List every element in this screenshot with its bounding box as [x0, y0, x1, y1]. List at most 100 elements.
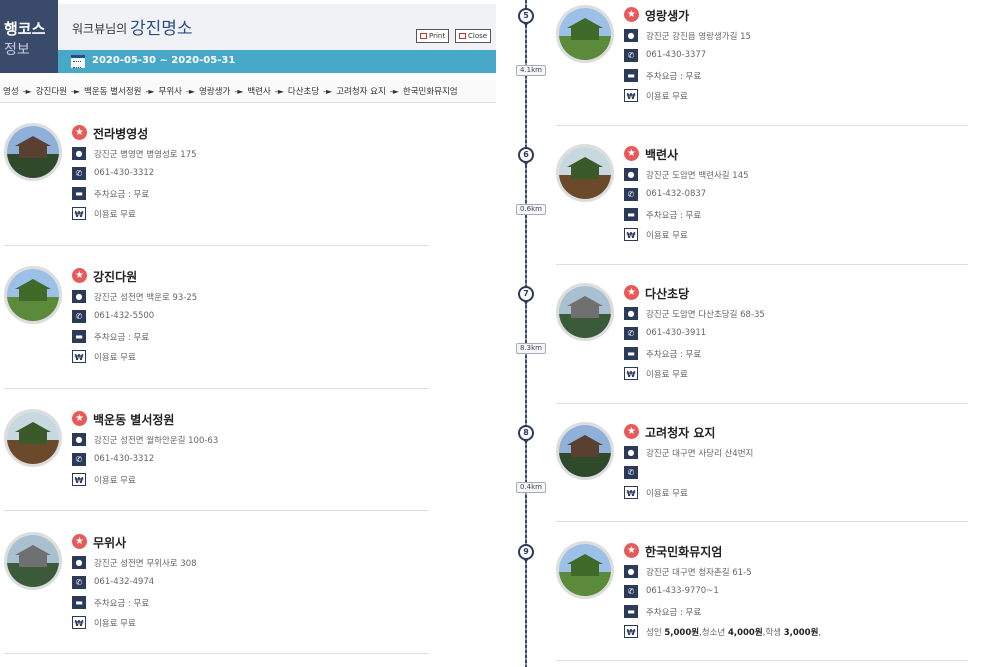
star-icon: ★ [72, 411, 87, 426]
fee-text: 이용료 무료 [646, 231, 688, 241]
course-owner: 워크뷰님의 [72, 22, 128, 36]
place-photo[interactable] [556, 541, 614, 599]
place-card: ★ 고려청자 요지 ● 강진군 대구면 사당리 산4번지 ✆ ₩ 이용료 무료 [556, 422, 986, 532]
place-title[interactable]: 무위사 [93, 534, 126, 551]
car-icon: ▬ [624, 605, 638, 618]
location-pin-icon: ● [72, 433, 86, 446]
stop-marker[interactable]: 7 [518, 286, 534, 306]
phone-text: 061-432-5500 [94, 311, 155, 321]
place-photo[interactable] [4, 409, 62, 467]
distance-label: 8.3km [516, 343, 547, 354]
won-icon: ₩ [624, 89, 638, 102]
route-arrow-icon: -► [145, 86, 155, 96]
place-photo[interactable] [4, 123, 62, 181]
location-pin-icon: ● [624, 307, 638, 320]
fee-text: 이용료 무료 [94, 476, 136, 486]
address-text: 강진군 성전면 월하안운길 100-63 [94, 436, 219, 446]
place-photo[interactable] [556, 5, 614, 63]
place-card: ★ 전라병영성 ● 강진군 병영면 병영성로 175 ✆ 061-430-3312 ▬ 주차요… [4, 123, 434, 233]
marker-tip [523, 300, 529, 305]
route-arrow-icon: -► [323, 86, 333, 96]
route-stop[interactable]: 고려청자 요지 [336, 85, 386, 97]
phone-text: 061-432-0837 [646, 189, 707, 199]
route-stop[interactable]: 영성 [3, 85, 19, 97]
distance-label: 4.1km [516, 65, 547, 76]
place-title[interactable]: 백운동 별서정원 [93, 411, 174, 428]
fee-text: 이용료 무료 [646, 489, 688, 499]
route-breadcrumb: 영성 -► 강진다원 -► 백운동 별서정원 -► 무위사 -► 영랑생가 -► 백련사 -► 다산초당… [0, 80, 496, 103]
fee-row: ₩ 이용료 무료 [72, 616, 422, 630]
place-title[interactable]: 영랑생가 [645, 7, 689, 24]
parking-text: 주차요금 : 무료 [94, 333, 150, 343]
fee-row: ₩ 이용료 무료 [624, 486, 974, 500]
place-card: ★ 다산초당 ● 강진군 도암면 다산초당길 68-35 ✆ 061-430-3911 ▬ 주… [556, 283, 986, 393]
route-stop[interactable]: 영랑생가 [199, 85, 230, 97]
card-divider [4, 388, 429, 389]
fee-row: ₩ 이용료 무료 [624, 89, 974, 103]
route-arrow-icon: -► [70, 86, 81, 96]
place-photo[interactable] [4, 532, 62, 590]
address-text: 강진군 대구면 사당리 산4번지 [646, 449, 754, 459]
stop-marker[interactable]: 6 [518, 147, 534, 167]
address-row: ● 강진군 병영면 병영성로 175 [72, 147, 422, 161]
place-title[interactable]: 한국민화뮤지엄 [645, 543, 722, 560]
parking-text: 주차요금 : 무료 [646, 211, 702, 221]
star-icon: ★ [624, 146, 639, 161]
route-stop[interactable]: 무위사 [159, 85, 182, 97]
address-row: ● 강진군 대구면 청자촌길 61-5 [624, 565, 974, 579]
address-row: ● 강진군 도암면 다산초당길 68-35 [624, 307, 974, 321]
place-card: ★ 영랑생가 ● 강진군 강진읍 영랑생가길 15 ✆ 061-430-3377 ▬ 주차요금… [556, 5, 986, 115]
route-stop[interactable]: 백운동 별서정원 [84, 85, 141, 97]
phone-text: 061-432-4974 [94, 577, 155, 587]
parking-row: ▬ 주차요금 : 무료 [72, 187, 422, 201]
place-title[interactable]: 전라병영성 [93, 125, 148, 142]
route-arrow-icon: -► [185, 86, 196, 96]
card-divider [556, 264, 968, 265]
printer-icon [420, 33, 427, 39]
phone-icon: ✆ [72, 310, 86, 323]
address-text: 강진군 도암면 다산초당길 68-35 [646, 310, 765, 320]
stop-marker[interactable]: 9 [518, 544, 534, 564]
date-range: 2020-05-30 ~ 2020-05-31 [92, 55, 236, 66]
phone-row: ✆ [624, 466, 974, 480]
phone-row: ✆ 061-430-3377 [624, 49, 974, 63]
place-title[interactable]: 백련사 [645, 146, 678, 163]
fee-row: ₩ 이용료 무료 [624, 367, 974, 381]
phone-row: ✆ 061-432-4974 [72, 576, 422, 590]
place-title[interactable]: 강진다원 [93, 268, 137, 285]
distance-label: 0.4km [516, 482, 547, 493]
parking-row: ▬ 주차요금 : 무료 [624, 69, 974, 83]
place-photo[interactable] [556, 422, 614, 480]
stop-marker[interactable]: 8 [518, 425, 534, 445]
stop-marker[interactable]: 5 [518, 8, 534, 28]
phone-row: ✆ 061-433-9770~1 [624, 585, 974, 599]
address-text: 강진군 도암면 백련사길 145 [646, 171, 749, 181]
address-row: ● 강진군 성전면 백운로 93-25 [72, 290, 422, 304]
place-photo[interactable] [556, 144, 614, 202]
place-photo[interactable] [556, 283, 614, 341]
location-pin-icon: ● [72, 147, 86, 160]
location-pin-icon: ● [72, 556, 86, 569]
route-stop[interactable]: 강진다원 [36, 85, 67, 97]
phone-icon: ✆ [72, 167, 86, 180]
calendar-icon [71, 55, 85, 68]
course-info-tab[interactable]: 행코스 정보 [0, 0, 58, 73]
place-title[interactable]: 다산초당 [645, 285, 689, 302]
car-icon: ▬ [624, 347, 638, 360]
marker-tip [523, 22, 529, 27]
close-button[interactable]: Close [455, 29, 492, 43]
address-row: ● 강진군 성전면 월하안운길 100-63 [72, 433, 422, 447]
phone-text: 061-430-3911 [646, 328, 707, 338]
route-arrow-icon: -► [234, 86, 244, 96]
parking-text: 주차요금 : 무료 [646, 608, 702, 618]
print-button[interactable]: Print [416, 29, 450, 43]
place-title[interactable]: 고려청자 요지 [645, 424, 715, 441]
route-stop[interactable]: 한국민화뮤지엄 [403, 85, 458, 97]
star-icon: ★ [624, 543, 639, 558]
route-stop[interactable]: 백련사 [247, 85, 270, 97]
won-icon: ₩ [72, 207, 86, 220]
place-photo[interactable] [4, 266, 62, 324]
route-stop[interactable]: 다산초당 [288, 85, 319, 97]
car-icon: ▬ [72, 596, 86, 609]
address-row: ● 강진군 대구면 사당리 산4번지 [624, 446, 974, 460]
